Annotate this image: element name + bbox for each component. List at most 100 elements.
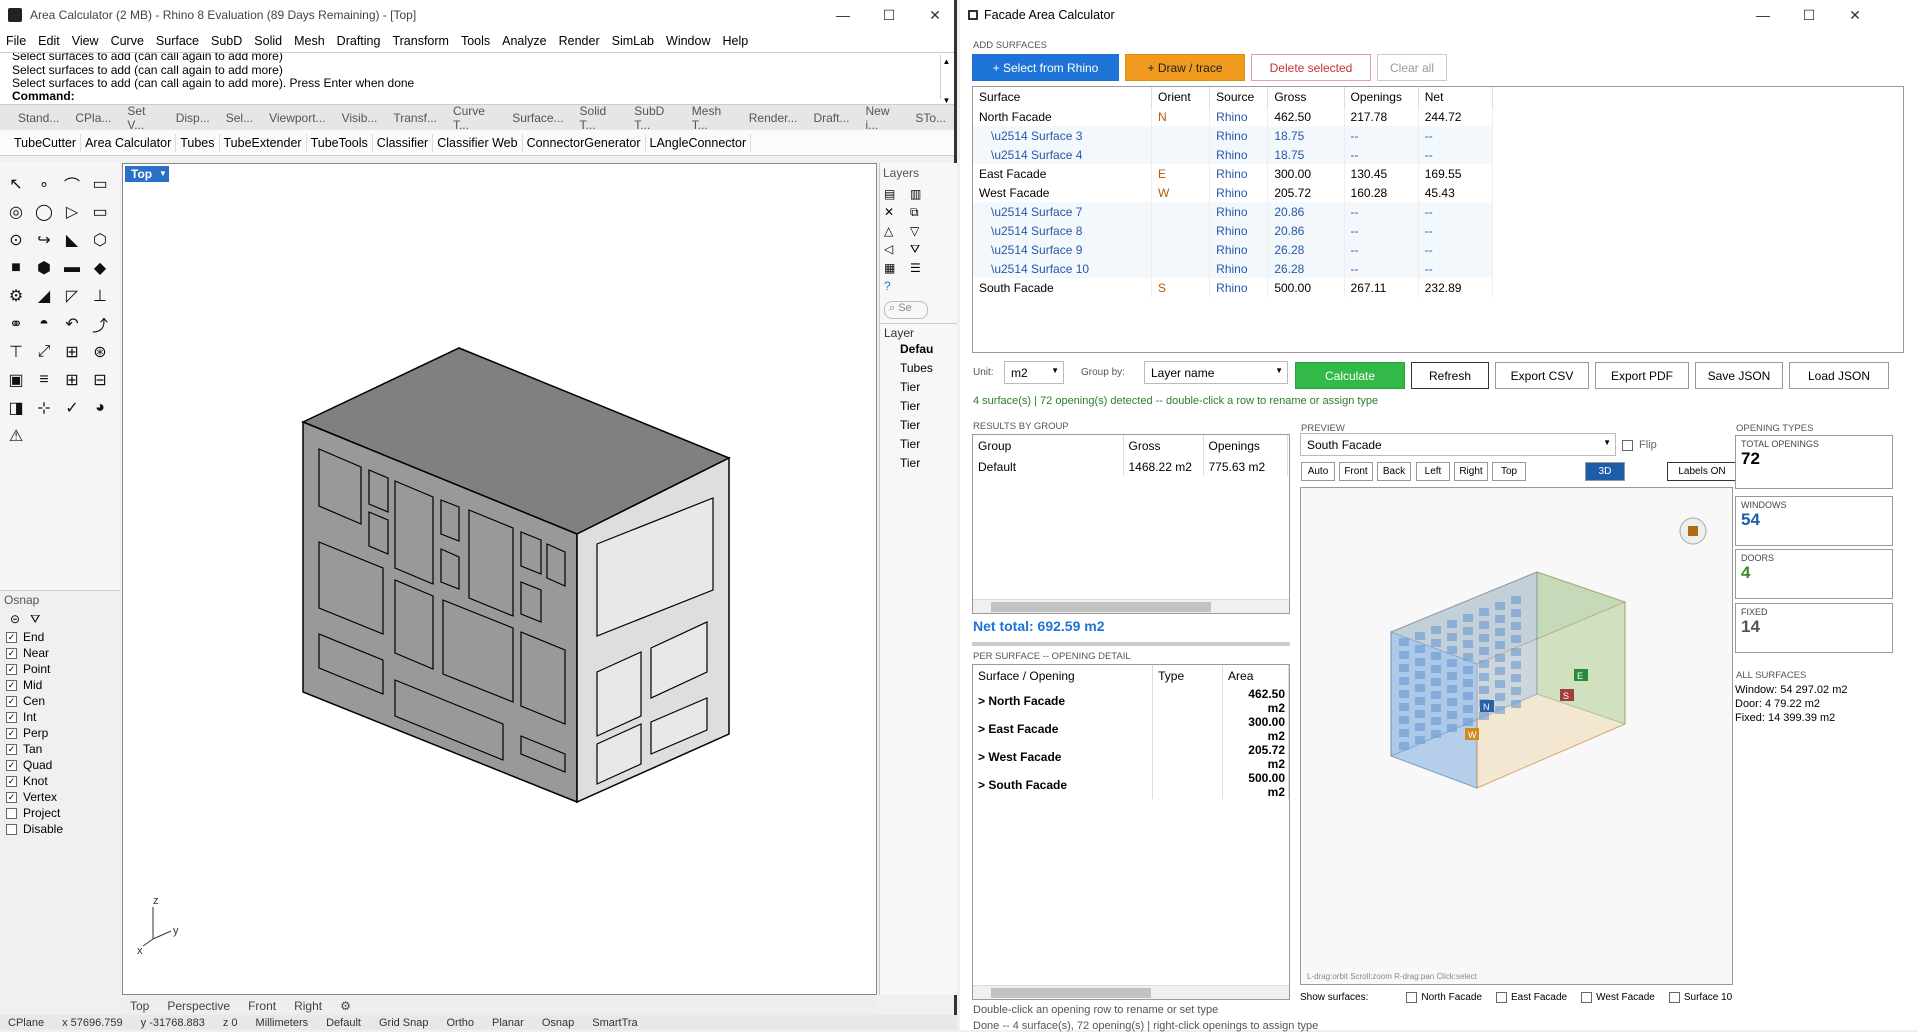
osnap-project[interactable]: Project bbox=[0, 805, 120, 821]
tool-icon[interactable]: ▬ bbox=[60, 256, 84, 280]
plugin-button[interactable]: ConnectorGenerator bbox=[523, 133, 646, 152]
osnap-quad[interactable]: ✓ Quad bbox=[0, 757, 120, 773]
osnap-refresh-icon[interactable]: ⊝ bbox=[10, 612, 20, 626]
tool-icon[interactable]: ◕ bbox=[88, 396, 112, 420]
tool-icon[interactable]: ⤴ bbox=[88, 312, 112, 336]
tool-icon[interactable]: ▭ bbox=[88, 172, 112, 196]
fac-maximize-icon[interactable]: ☐ bbox=[1786, 0, 1832, 30]
checkbox[interactable] bbox=[1406, 992, 1418, 1003]
viewport-tab-front[interactable]: Front bbox=[248, 999, 276, 1013]
flip-box[interactable] bbox=[1622, 439, 1633, 451]
tool-icon[interactable]: ▭ bbox=[88, 200, 112, 224]
checkbox[interactable]: ✓ bbox=[6, 711, 17, 723]
select-from-rhino-button[interactable]: + Select from Rhino bbox=[972, 54, 1119, 81]
toolbar-tab[interactable]: CPla... bbox=[67, 111, 119, 125]
left-icon[interactable]: ◁ bbox=[884, 242, 906, 257]
viewport-tab-top[interactable]: Top bbox=[130, 999, 149, 1013]
toolbar-tab[interactable]: Solid T... bbox=[572, 104, 627, 132]
tool-icon[interactable]: ■ bbox=[4, 256, 28, 280]
plugin-button[interactable]: TubeTools bbox=[307, 133, 373, 152]
tool-icon[interactable]: ◢ bbox=[32, 284, 56, 308]
checkbox[interactable]: ✓ bbox=[6, 631, 17, 643]
checkbox[interactable] bbox=[1581, 992, 1593, 1003]
tool-icon[interactable]: ⊥ bbox=[88, 284, 112, 308]
export-csv-button[interactable]: Export CSV bbox=[1495, 362, 1589, 389]
new-layer-icon[interactable]: ▤ bbox=[884, 187, 906, 201]
tool-icon[interactable]: ↶ bbox=[60, 312, 84, 336]
grid-icon[interactable]: ▦ bbox=[884, 261, 906, 275]
osnap-disable[interactable]: Disable bbox=[0, 821, 120, 837]
osnap-near[interactable]: ✓ Near bbox=[0, 645, 120, 661]
save-json-button[interactable]: Save JSON bbox=[1695, 362, 1783, 389]
menu-window[interactable]: Window bbox=[660, 34, 716, 48]
tool-icon[interactable]: ◣ bbox=[60, 228, 84, 252]
status-item[interactable]: Grid Snap bbox=[379, 1017, 429, 1029]
osnap-vertex[interactable]: ✓ Vertex bbox=[0, 789, 120, 805]
move-down-icon[interactable]: ▽ bbox=[910, 224, 932, 238]
menu-simlab[interactable]: SimLab bbox=[606, 34, 660, 48]
surface-row[interactable]: West Facade W Rhino 205.72 160.28 45.43 bbox=[973, 183, 1494, 202]
history-scrollbar[interactable]: ▲ ▼ bbox=[940, 55, 952, 105]
show-surface-toggle[interactable]: North Facade bbox=[1406, 992, 1482, 1003]
tool-icon[interactable]: ⊹ bbox=[32, 396, 56, 420]
status-item[interactable]: Planar bbox=[492, 1017, 524, 1029]
status-item[interactable]: Ortho bbox=[447, 1017, 475, 1029]
plugin-button[interactable]: LAngleConnector bbox=[646, 133, 752, 152]
tool-icon[interactable]: ⊞ bbox=[60, 368, 84, 392]
osnap-mid[interactable]: ✓ Mid bbox=[0, 677, 120, 693]
menu-transform[interactable]: Transform bbox=[386, 34, 455, 48]
tool-icon[interactable]: ◸ bbox=[60, 284, 84, 308]
osnap-perp[interactable]: ✓ Perp bbox=[0, 725, 120, 741]
menu-render[interactable]: Render bbox=[553, 34, 606, 48]
tool-icon[interactable]: ⊤ bbox=[4, 340, 28, 364]
checkbox[interactable]: ✓ bbox=[6, 663, 17, 675]
fac-close-icon[interactable]: ✕ bbox=[1832, 0, 1878, 30]
layer-item[interactable]: Tier bbox=[900, 456, 957, 475]
scroll-thumb[interactable] bbox=[991, 602, 1211, 612]
status-item[interactable]: z 0 bbox=[223, 1017, 238, 1029]
checkbox[interactable]: ✓ bbox=[6, 679, 17, 691]
toolbar-tab[interactable]: Stand... bbox=[10, 111, 67, 125]
checkbox[interactable]: ✓ bbox=[6, 791, 17, 803]
osnap-tan[interactable]: ✓ Tan bbox=[0, 741, 120, 757]
col-gross[interactable]: Gross bbox=[1267, 87, 1345, 107]
tool-icon[interactable]: ⬡ bbox=[88, 228, 112, 252]
clear-all-button[interactable]: Clear all bbox=[1377, 54, 1447, 81]
per-surface-row[interactable]: > North Facade 462.50 m2 bbox=[973, 687, 1289, 715]
unit-select[interactable]: m2 ▼ bbox=[1004, 361, 1064, 384]
menu-mesh[interactable]: Mesh bbox=[288, 34, 331, 48]
menu-analyze[interactable]: Analyze bbox=[496, 34, 552, 48]
checkbox[interactable]: ✓ bbox=[6, 727, 17, 739]
toolbar-tab[interactable]: Surface... bbox=[504, 111, 571, 125]
col-gross[interactable]: Gross bbox=[1123, 435, 1204, 457]
tool-icon[interactable]: ∘ bbox=[32, 172, 56, 196]
groupby-select[interactable]: Layer name ▼ bbox=[1144, 361, 1288, 384]
tool-icon[interactable]: ▣ bbox=[4, 368, 28, 392]
plugin-button[interactable]: Classifier bbox=[373, 133, 434, 152]
checkbox[interactable] bbox=[1668, 992, 1680, 1003]
surface-row[interactable]: \u2514 Surface 7 Rhino 20.86 -- -- bbox=[973, 202, 1494, 221]
toolbar-tab[interactable]: Disp... bbox=[168, 111, 218, 125]
delete-selected-button[interactable]: Delete selected bbox=[1251, 54, 1371, 81]
add-viewport-icon[interactable]: ⚙ bbox=[340, 999, 351, 1013]
osnap-end[interactable]: ✓ End bbox=[0, 629, 120, 645]
osnap-cen[interactable]: ✓ Cen bbox=[0, 693, 120, 709]
show-surface-toggle[interactable]: West Facade bbox=[1581, 992, 1655, 1003]
tool-icon[interactable]: ◨ bbox=[4, 396, 28, 420]
tool-icon[interactable]: ⊙ bbox=[4, 228, 28, 252]
viewport-tab-right[interactable]: Right bbox=[294, 999, 322, 1013]
show-surface-toggle[interactable]: East Facade bbox=[1495, 992, 1567, 1003]
menu-file[interactable]: File bbox=[0, 34, 32, 48]
per-surface-row[interactable]: > West Facade 205.72 m2 bbox=[973, 743, 1289, 771]
group-row[interactable]: Default 1468.22 m2 775.63 m2 bbox=[973, 457, 1288, 476]
tool-icon[interactable]: ↪ bbox=[32, 228, 56, 252]
tool-icon[interactable]: ⚭ bbox=[4, 312, 28, 336]
surface-row[interactable]: \u2514 Surface 4 Rhino 18.75 -- -- bbox=[973, 145, 1494, 164]
per-surface-row[interactable]: > East Facade 300.00 m2 bbox=[973, 715, 1289, 743]
plugin-button[interactable]: Tubes bbox=[176, 133, 220, 152]
close-icon[interactable]: ✕ bbox=[912, 0, 958, 30]
col-openings[interactable]: Openings bbox=[1344, 87, 1419, 107]
move-up-icon[interactable]: △ bbox=[884, 224, 906, 238]
layer-search-input[interactable]: ⌕ Se bbox=[884, 301, 928, 319]
col-source[interactable]: Source bbox=[1209, 87, 1269, 107]
